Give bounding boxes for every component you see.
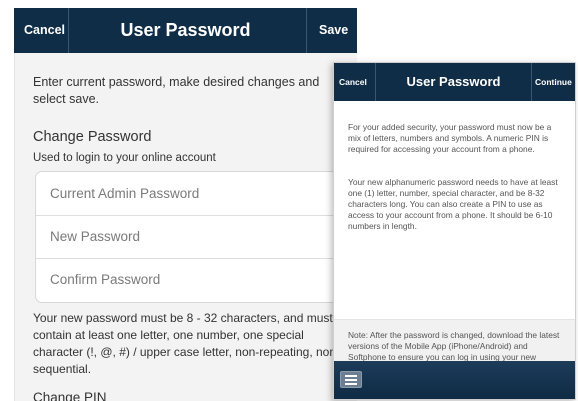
save-button[interactable]: Save [306,8,357,53]
current-password-input[interactable] [50,172,340,215]
continue-button[interactable]: Continue [531,63,575,101]
page-title: User Password [406,74,501,89]
cancel-button[interactable]: Cancel [334,63,376,101]
page-title: User Password [120,20,251,40]
confirm-password-row [36,258,356,301]
menu-icon[interactable] [340,371,362,388]
section-subtitle: Used to login to your online account [33,152,216,164]
nav-bar: Cancel User Password Save [14,8,357,53]
security-info-text: For your added security, your password m… [348,122,552,154]
intro-text: Enter current password, make desired cha… [33,75,320,106]
confirm-password-input[interactable] [50,258,340,301]
section-title: Change Password [33,129,152,145]
password-rules-text: Your new password must be 8 - 32 charact… [33,311,341,376]
info-body: For your added security, your password m… [334,101,575,399]
bottom-toolbar [334,361,575,399]
new-password-row [36,215,356,259]
pin-section-title: Change PIN [33,390,107,401]
nav-bar: Cancel User Password Continue [334,63,575,101]
current-password-row [36,172,356,216]
new-password-input[interactable] [50,215,340,258]
form-body: Enter current password, make desired cha… [14,53,357,401]
cancel-button[interactable]: Cancel [14,8,69,53]
change-password-screen: Cancel User Password Save Enter current … [14,8,357,401]
password-requirements-text: Your new alphanumeric password needs to … [348,177,558,231]
password-field-group [35,171,357,303]
password-info-screen: Cancel User Password Continue For your a… [333,62,576,400]
